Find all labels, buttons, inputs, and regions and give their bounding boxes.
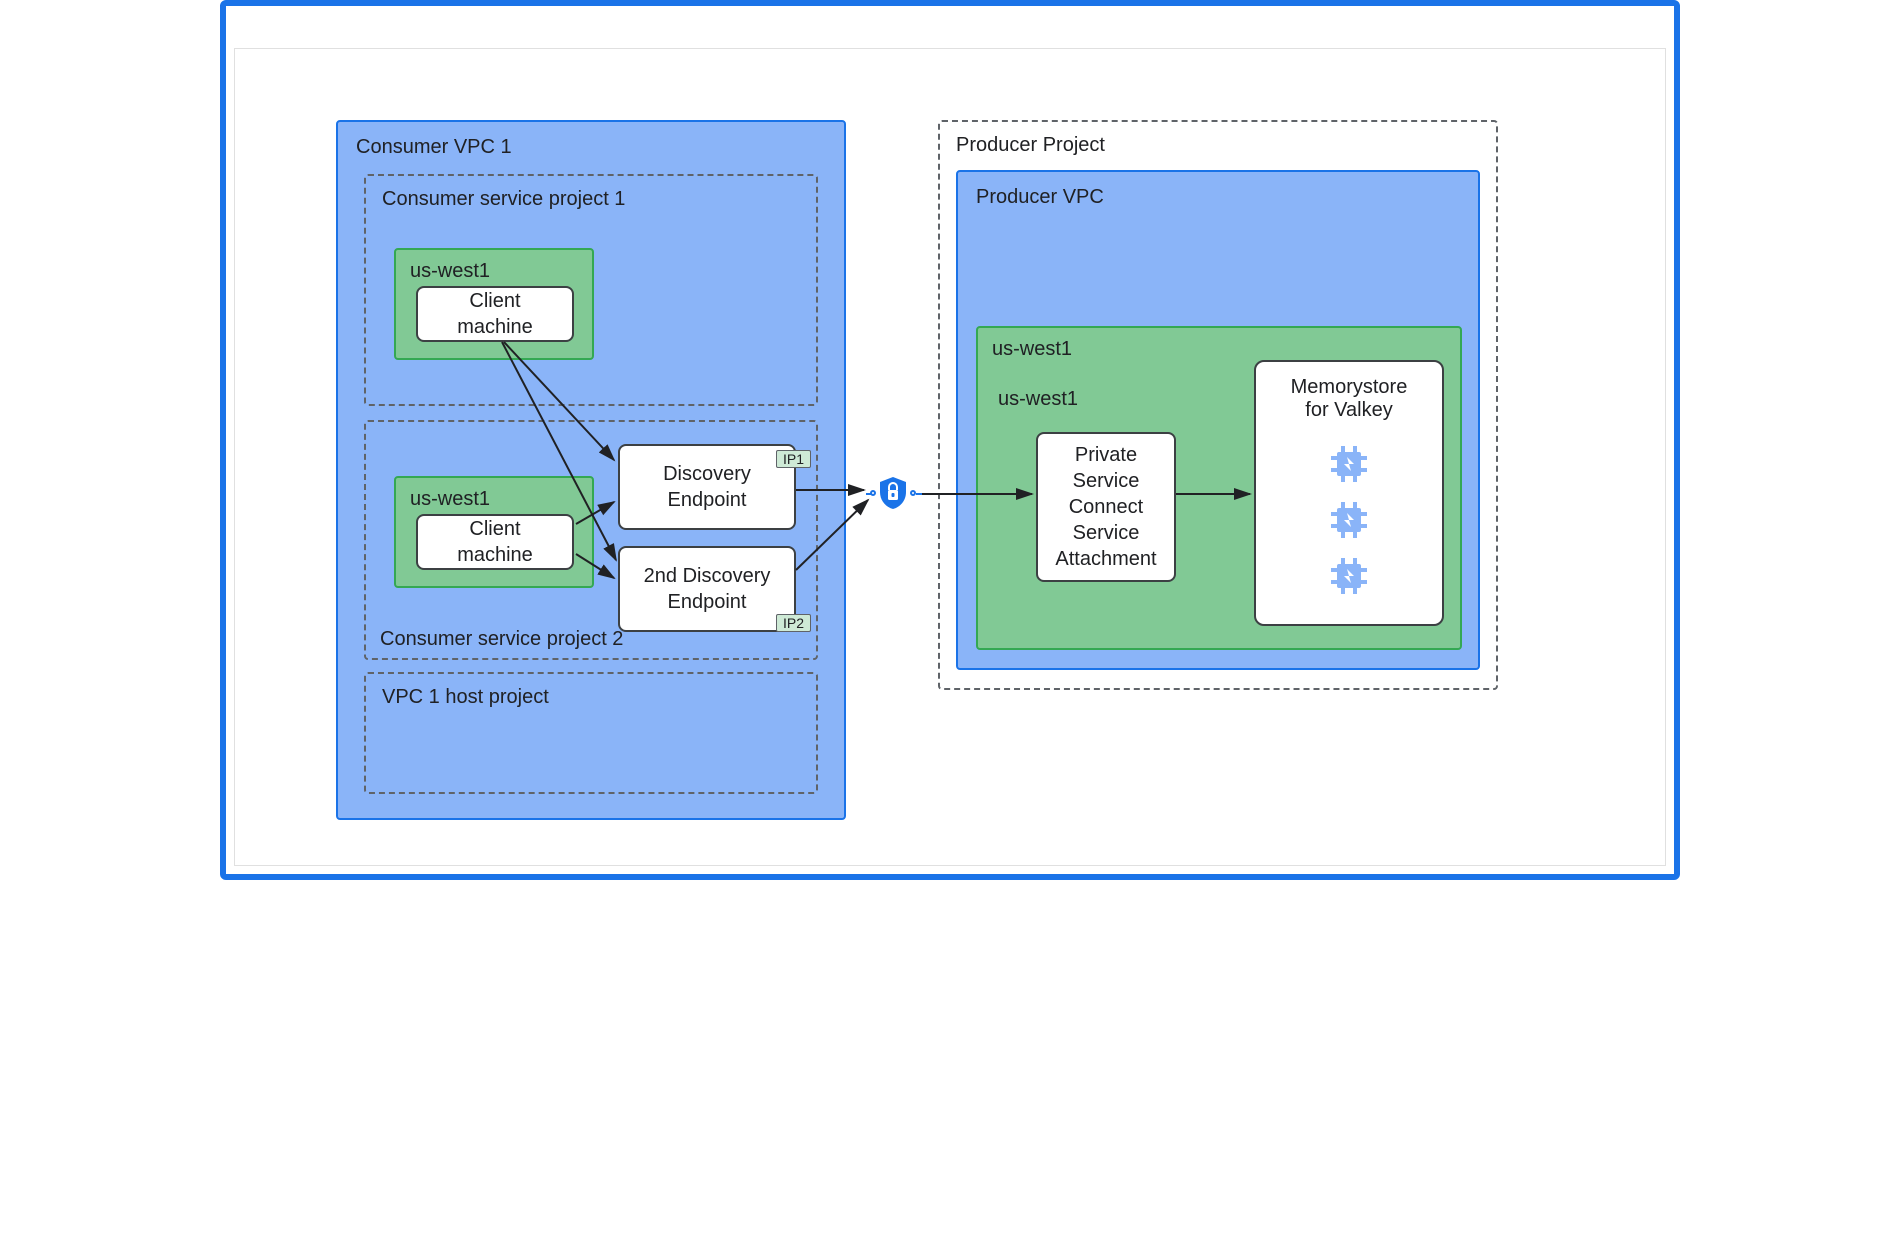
client-machine-2: Client machine: [416, 514, 574, 570]
brand-cloud: Cloud: [339, 10, 415, 40]
consumer-project-2-region-title: us-west1: [396, 478, 592, 511]
brand-title: Google Cloud: [248, 10, 415, 41]
consumer-vpc-title: Consumer VPC 1: [338, 122, 844, 159]
psc-service-attachment: Private Service Connect Service Attachme…: [1036, 432, 1176, 582]
producer-vpc-title: Producer VPC: [958, 172, 1478, 209]
cpu-icon: [1329, 500, 1369, 540]
discovery-endpoint-1: Discovery Endpoint: [618, 444, 796, 530]
brand-google: Google: [248, 10, 339, 40]
memorystore-card: Memorystore for Valkey: [1254, 360, 1444, 626]
ip2-chip: IP2: [776, 614, 811, 632]
cpu-icon: [1329, 444, 1369, 484]
psc-shield-icon: [878, 476, 908, 510]
cpu-icon: [1329, 556, 1369, 596]
vpc1-host-project: VPC 1 host project: [364, 672, 818, 794]
memorystore-title: Memorystore for Valkey: [1291, 376, 1408, 422]
consumer-project-1-region-title: us-west1: [396, 250, 592, 283]
consumer-project-1-title: Consumer service project 1: [366, 176, 816, 211]
consumer-project-2-title: Consumer service project 2: [380, 628, 623, 651]
producer-region-outer-title: us-west1: [978, 328, 1460, 361]
producer-region-inner-title: us-west1: [998, 388, 1078, 411]
client-machine-1: Client machine: [416, 286, 574, 342]
producer-project-title: Producer Project: [940, 122, 1496, 157]
psc-connector-h: [916, 493, 922, 495]
psc-connector-h: [866, 493, 872, 495]
vpc1-host-project-title: VPC 1 host project: [366, 674, 816, 709]
discovery-endpoint-2: 2nd Discovery Endpoint: [618, 546, 796, 632]
ip1-chip: IP1: [776, 450, 811, 468]
